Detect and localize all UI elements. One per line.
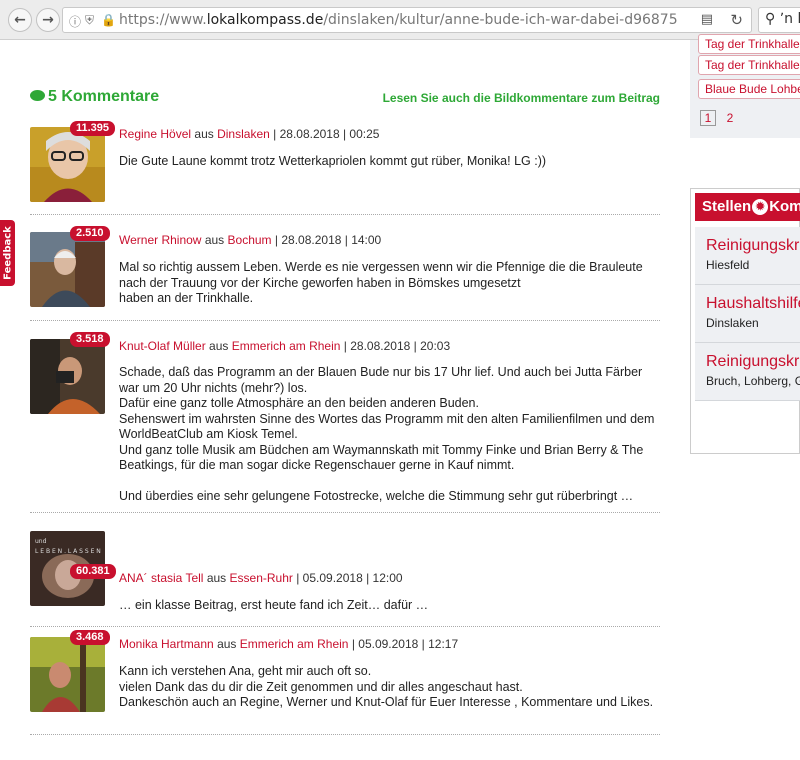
- comment-meta: Regine Hövel aus Dinslaken | 28.08.2018 …: [119, 127, 380, 141]
- comment-meta: Werner Rhinow aus Bochum | 28.08.2018 | …: [119, 233, 382, 247]
- page-1-link[interactable]: 1: [700, 110, 716, 126]
- comment-item: und L E B E N . L A S S E N 60.381 ANA´ …: [30, 513, 660, 627]
- points-badge: 11.395: [70, 121, 116, 136]
- comment-item: 2.510 Werner Rhinow aus Bochum | 28.08.2…: [30, 215, 660, 321]
- pagination: 12: [700, 110, 744, 127]
- jobs-widget: Stellen✹Kompass Reinigungskraft Hiesfeld…: [690, 188, 800, 454]
- author-link[interactable]: ANA´ stasia Tell: [119, 571, 203, 585]
- location-link[interactable]: Dinslaken: [217, 127, 270, 141]
- url-bar[interactable]: ⓘ ⛨ 🔒 https://www.lokalkompass.de/dinsla…: [62, 7, 752, 33]
- job-listing[interactable]: Reinigungskraft Bruch, Lohberg, Graf: [695, 343, 800, 401]
- page-2-link[interactable]: 2: [722, 111, 738, 127]
- points-badge: 60.381: [70, 564, 116, 579]
- author-link[interactable]: Knut-Olaf Müller: [119, 339, 206, 353]
- back-arrow-icon[interactable]: ←: [8, 8, 32, 32]
- feedback-tab[interactable]: Feedback: [0, 220, 15, 286]
- tag-link[interactable]: Tag der Trinkhalle: [698, 34, 800, 54]
- location-link[interactable]: Bochum: [228, 233, 272, 247]
- comment-item: 11.395 Regine Hövel aus Dinslaken | 28.0…: [30, 118, 660, 215]
- author-link[interactable]: Monika Hartmann: [119, 637, 214, 651]
- avatar[interactable]: [30, 127, 105, 202]
- speech-bubble-icon: [30, 90, 45, 101]
- stellenkompass-logo[interactable]: Stellen✹Kompass: [695, 193, 800, 221]
- url-text[interactable]: https://www.lokalkompass.de/dinslaken/ku…: [119, 12, 679, 28]
- comment-meta: Monika Hartmann aus Emmerich am Rhein | …: [119, 637, 459, 651]
- bildkommentare-link[interactable]: Lesen Sie auch die Bildkommentare zum Be…: [383, 91, 660, 105]
- author-link[interactable]: Werner Rhinow: [119, 233, 201, 247]
- comment-text: Mal so richtig aussem Leben. Werde es ni…: [119, 260, 643, 305]
- location-link[interactable]: Emmerich am Rhein: [240, 637, 349, 651]
- job-listing[interactable]: Reinigungskraft Hiesfeld: [695, 227, 800, 285]
- comments-title: 5 Kommentare: [30, 88, 159, 106]
- job-listing[interactable]: Haushaltshilfe Dinslaken: [695, 285, 800, 343]
- reader-view-icon[interactable]: ▤: [701, 12, 713, 27]
- tag-link[interactable]: Blaue Bude Lohberg: [698, 79, 800, 99]
- shield-icon[interactable]: ⛨: [85, 13, 94, 28]
- search-input[interactable]: ⚲ ʼn be: [758, 7, 800, 33]
- comment-item: 3.518 Knut-Olaf Müller aus Emmerich am R…: [30, 321, 660, 513]
- comment-text: Kann ich verstehen Ana, geht mir auch of…: [119, 664, 654, 709]
- points-badge: 3.518: [70, 332, 110, 347]
- comment-text: Schade, daß das Programm an der Blauen B…: [119, 365, 655, 503]
- author-link[interactable]: Regine Hövel: [119, 127, 191, 141]
- reload-icon[interactable]: ↻: [730, 11, 743, 29]
- lock-icon[interactable]: 🔒: [101, 13, 116, 27]
- comments-header: 5 Kommentare Lesen Sie auch die Bildkomm…: [30, 88, 660, 108]
- comment-meta: ANA´ stasia Tell aus Essen-Ruhr | 05.09.…: [119, 571, 403, 585]
- comment-item: 3.468 Monika Hartmann aus Emmerich am Rh…: [30, 627, 660, 735]
- svg-text:L E B E N . L A S S E N: L E B E N . L A S S E N: [35, 548, 101, 555]
- browser-toolbar: ← → ⓘ ⛨ 🔒 https://www.lokalkompass.de/di…: [0, 0, 800, 40]
- location-link[interactable]: Essen-Ruhr: [230, 571, 293, 585]
- info-icon[interactable]: ⓘ: [69, 13, 81, 30]
- comment-text: … ein klasse Beitrag, erst heute fand ic…: [119, 598, 429, 612]
- points-badge: 3.468: [70, 630, 110, 645]
- comment-text: Die Gute Laune kommt trotz Wetterkapriol…: [119, 154, 547, 168]
- comment-meta: Knut-Olaf Müller aus Emmerich am Rhein |…: [119, 339, 451, 353]
- forward-arrow-icon[interactable]: →: [36, 8, 60, 32]
- avatar[interactable]: [30, 232, 105, 307]
- points-badge: 2.510: [70, 226, 110, 241]
- avatar[interactable]: [30, 637, 105, 712]
- tag-link[interactable]: Tag der Trinkhalle: [698, 55, 800, 75]
- svg-text:und: und: [35, 538, 47, 545]
- compass-icon: ✹: [752, 199, 769, 216]
- location-link[interactable]: Emmerich am Rhein: [232, 339, 341, 353]
- avatar[interactable]: [30, 339, 105, 414]
